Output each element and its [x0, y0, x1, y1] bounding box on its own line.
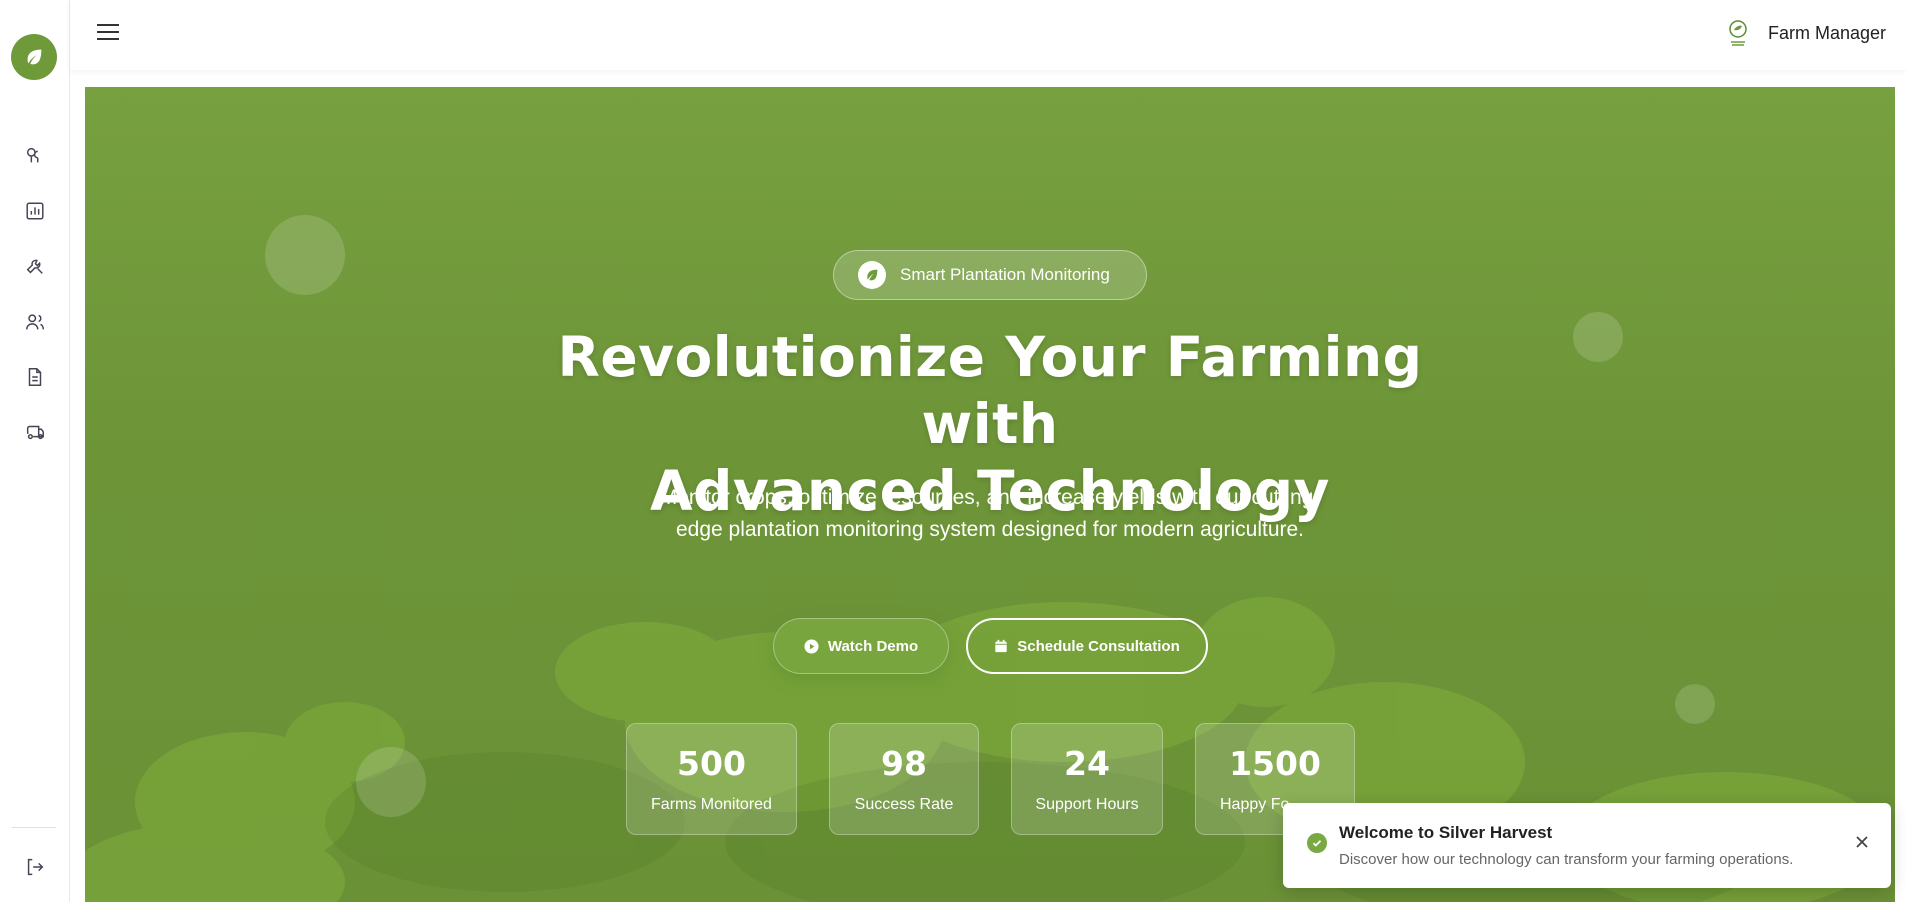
- stat-label: Success Rate: [854, 796, 954, 813]
- trees-icon: [26, 147, 39, 163]
- schedule-consultation-label: Schedule Consultation: [1017, 637, 1180, 655]
- toast-message: Discover how our technology can transfor…: [1339, 851, 1794, 868]
- hero-subheadline: Monitor crops, optimize resources, and i…: [659, 486, 1321, 541]
- decorative-bubble: [1675, 684, 1715, 724]
- decorative-bubble: [356, 747, 426, 817]
- sidebar-divider: [12, 827, 56, 828]
- decorative-bubble: [265, 215, 345, 295]
- avatar: [1721, 17, 1754, 49]
- watch-demo-label: Watch Demo: [827, 637, 919, 655]
- silver-harvest-logo: [1729, 20, 1747, 46]
- toast-title: Welcome to Silver Harvest: [1339, 823, 1553, 842]
- toast-close-button[interactable]: [1851, 831, 1873, 853]
- stat-card-farms: 500 Farms Monitored: [626, 723, 797, 835]
- user-menu[interactable]: Farm Manager: [1721, 16, 1886, 50]
- hero-headline-line1: Revolutionize Your Farming with: [557, 325, 1423, 456]
- hero-section: Smart Plantation Monitoring Revolutioniz…: [85, 87, 1895, 902]
- stat-value: 1500: [1229, 744, 1321, 783]
- watch-demo-button[interactable]: Watch Demo: [773, 618, 949, 674]
- sidebar-item-plantation[interactable]: [22, 143, 48, 169]
- check-circle-icon: [1307, 833, 1327, 853]
- sidebar: [0, 0, 70, 902]
- document-icon: [28, 368, 42, 386]
- schedule-consultation-button[interactable]: Schedule Consultation: [966, 618, 1208, 674]
- logout-icon: [27, 858, 44, 876]
- logout-button[interactable]: [22, 854, 48, 880]
- sidebar-item-analytics[interactable]: [22, 198, 48, 224]
- app-logo[interactable]: [11, 34, 57, 80]
- stat-label: Support Hours: [1035, 796, 1139, 813]
- stat-value: 24: [1064, 744, 1110, 783]
- stat-card-success: 98 Success Rate: [829, 723, 979, 835]
- calendar-icon: [995, 639, 1007, 653]
- hamburger-icon: [97, 24, 119, 26]
- hero-badge-label: Smart Plantation Monitoring: [900, 265, 1110, 284]
- decorative-bubble: [1573, 312, 1623, 362]
- sidebar-item-users[interactable]: [22, 309, 48, 335]
- menu-toggle-button[interactable]: [97, 20, 123, 44]
- wrench-screwdriver-icon: [26, 259, 43, 274]
- sidebar-item-logistics[interactable]: [22, 419, 48, 445]
- users-icon: [26, 314, 44, 330]
- sidebar-item-reports[interactable]: [22, 364, 48, 390]
- bar-chart-icon: [26, 202, 44, 220]
- hero-badge: Smart Plantation Monitoring: [833, 250, 1147, 300]
- play-circle-icon: [804, 638, 819, 654]
- stat-card-support: 24 Support Hours: [1011, 723, 1163, 835]
- close-icon: [1856, 836, 1868, 848]
- truck-icon: [26, 425, 44, 440]
- leaf-icon: [858, 261, 886, 289]
- sidebar-item-tools[interactable]: [22, 253, 48, 279]
- leaf-icon: [27, 49, 42, 65]
- stat-value: 500: [677, 744, 746, 783]
- stat-label: Farms Monitored: [651, 796, 772, 813]
- top-bar: Farm Manager: [70, 0, 1906, 70]
- welcome-toast: Welcome to Silver Harvest Discover how o…: [1283, 803, 1891, 888]
- stat-value: 98: [881, 744, 927, 783]
- user-name: Farm Manager: [1767, 22, 1886, 43]
